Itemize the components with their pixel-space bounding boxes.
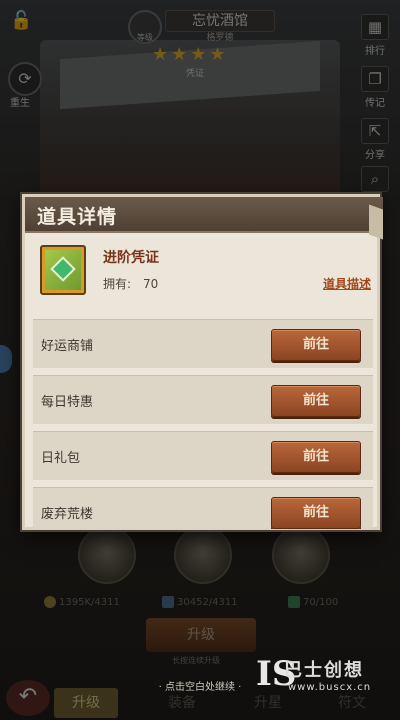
source-label: 每日特惠	[41, 395, 94, 410]
list-item: 日礼包 前往	[33, 431, 373, 481]
dialog-title: 道具详情	[37, 206, 118, 228]
certificate-icon	[45, 250, 81, 290]
source-label: 好运商铺	[41, 339, 94, 354]
goto-button[interactable]: 前往	[271, 329, 361, 361]
list-item: 好运商铺 前往	[33, 319, 373, 369]
goto-button[interactable]: 前往	[271, 385, 361, 417]
watermark-url: www.buscx.cn	[288, 682, 372, 693]
item-owned: 拥有: 70	[103, 275, 158, 292]
owned-label: 拥有:	[103, 277, 132, 291]
goto-button[interactable]: 前往	[271, 497, 361, 529]
source-list[interactable]: 好运商铺 前往 每日特惠 前往 日礼包 前往 废弃荒楼 前往	[33, 319, 373, 529]
gem-icon	[50, 256, 76, 282]
goto-button[interactable]: 前往	[271, 441, 361, 473]
list-item: 废弃荒楼 前往	[33, 487, 373, 529]
source-label: 日礼包	[41, 451, 81, 466]
item-card: 进阶凭证 拥有: 70 道具描述	[25, 235, 377, 309]
watermark: IS 巴士创想 www.buscx.cn	[256, 652, 396, 702]
owned-value: 70	[143, 277, 159, 291]
item-name: 进阶凭证	[103, 250, 159, 266]
source-label: 废弃荒楼	[41, 507, 94, 522]
dialog-header: 道具详情	[25, 197, 383, 233]
list-item: 每日特惠 前往	[33, 375, 373, 425]
item-detail-dialog: 道具详情 进阶凭证 拥有: 70 道具描述 好运商铺 前往 每日特惠 前往 日礼包…	[22, 194, 383, 530]
item-icon-frame	[40, 245, 86, 295]
watermark-name: 巴士创想	[284, 660, 364, 681]
item-description-link[interactable]: 道具描述	[323, 275, 371, 292]
